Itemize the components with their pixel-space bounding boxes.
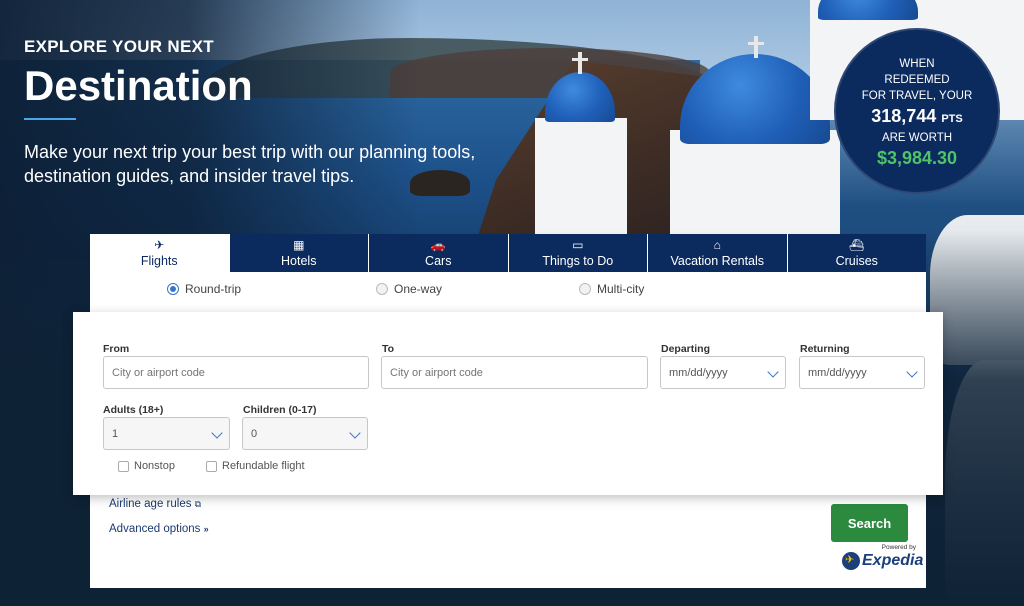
checkbox-box <box>206 460 217 472</box>
ship-icon: ⛴ <box>849 238 865 252</box>
multi-city-radio[interactable]: Multi-city <box>579 282 644 296</box>
powered-by-expedia: Powered by Expedia <box>842 544 926 574</box>
top-dome <box>818 0 918 20</box>
nonstop-checkbox[interactable]: Nonstop <box>118 460 175 472</box>
adults-select[interactable]: 1 <box>103 417 230 450</box>
expedia-wordmark: Expedia <box>862 552 924 569</box>
bell-tower <box>535 118 627 234</box>
tab-label: Flights <box>140 254 178 268</box>
points-line-3: FOR TRAVEL, YOUR <box>861 90 973 102</box>
tab-cars[interactable]: 🚗 Cars <box>368 234 508 272</box>
church-building <box>670 130 840 234</box>
one-way-radio[interactable]: One-way <box>376 282 442 296</box>
from-label: From <box>103 343 130 355</box>
returning-date-picker[interactable]: mm/dd/yyyy <box>799 356 925 389</box>
ticket-icon: ▭ <box>572 238 584 252</box>
points-line-2: REDEEMED <box>884 74 950 86</box>
chevron-down-icon <box>211 427 223 439</box>
children-select[interactable]: 0 <box>242 417 368 450</box>
widget-links: Airline age rules ⧉ Advanced options » <box>109 498 209 548</box>
tab-label: Things to Do <box>542 254 614 268</box>
points-badge: WHEN REDEEMED FOR TRAVEL, YOUR 318,744 P… <box>834 28 1000 194</box>
children-label: Children (0-17) <box>243 404 317 416</box>
big-cross-icon <box>754 36 758 58</box>
round-trip-radio[interactable]: Round-trip <box>167 282 241 296</box>
small-cross-icon <box>578 52 582 74</box>
refundable-flight-checkbox[interactable]: Refundable flight <box>206 460 305 472</box>
tab-label: Cruises <box>835 254 878 268</box>
returning-label: Returning <box>800 343 850 355</box>
from-input[interactable] <box>103 356 369 389</box>
to-input[interactable] <box>381 356 648 389</box>
chevron-down-icon <box>906 366 918 378</box>
headline-rule <box>24 118 76 120</box>
chevron-down-icon <box>349 427 361 439</box>
tab-label: Vacation Rentals <box>670 254 765 268</box>
radio-dot <box>376 283 388 295</box>
trip-type-group: Round-trip One-way Multi-city <box>90 282 926 300</box>
checkbox-box <box>118 460 129 472</box>
tab-flights[interactable]: ✈ Flights <box>90 234 229 272</box>
chevron-down-icon <box>767 366 779 378</box>
adults-label: Adults (18+) <box>103 404 164 416</box>
radio-dot <box>167 283 179 295</box>
external-link-icon: ⧉ <box>194 499 202 509</box>
hero-subtitle: Make your next trip your best trip with … <box>24 142 476 186</box>
powered-by-label: Powered by <box>881 544 916 551</box>
tab-things-to-do[interactable]: ▭ Things to Do <box>507 234 647 272</box>
hero-headline: Destination <box>24 62 253 109</box>
tab-hotels[interactable]: ▦ Hotels <box>228 234 368 272</box>
departing-date-picker[interactable]: mm/dd/yyyy <box>660 356 786 389</box>
points-value: $3,984.30 <box>876 148 958 168</box>
hero-eyebrow: EXPLORE YOUR NEXT <box>24 37 214 56</box>
airline-age-rules-link[interactable]: Airline age rules ⧉ <box>109 498 209 523</box>
tab-cruises[interactable]: ⛴ Cruises <box>786 234 926 272</box>
tab-vacation-rentals[interactable]: ⌂ Vacation Rentals <box>647 234 787 272</box>
to-label: To <box>382 343 395 355</box>
tab-label: Cars <box>425 254 452 268</box>
radio-dot <box>579 283 591 295</box>
points-line-4: ARE WORTH <box>881 132 953 144</box>
tab-label: Hotels <box>281 254 317 268</box>
advanced-options-link[interactable]: Advanced options » <box>109 523 209 548</box>
hotel-icon: ▦ <box>293 238 305 252</box>
double-chevron-down-icon: » <box>203 524 209 534</box>
house-icon: ⌂ <box>713 238 721 252</box>
flight-search-form: From To Departing mm/dd/yyyy Returning m… <box>73 312 943 495</box>
car-icon: 🚗 <box>430 238 446 252</box>
points-line-1: WHEN <box>899 58 935 70</box>
plane-icon: ✈ <box>154 238 165 252</box>
search-button[interactable]: Search <box>831 504 908 542</box>
points-total: 318,744 PTS <box>871 106 963 126</box>
expedia-logo-icon <box>842 552 860 570</box>
booking-tabs: ✈ Flights ▦ Hotels 🚗 Cars ▭ Things to Do… <box>90 234 926 272</box>
departing-label: Departing <box>661 343 711 355</box>
